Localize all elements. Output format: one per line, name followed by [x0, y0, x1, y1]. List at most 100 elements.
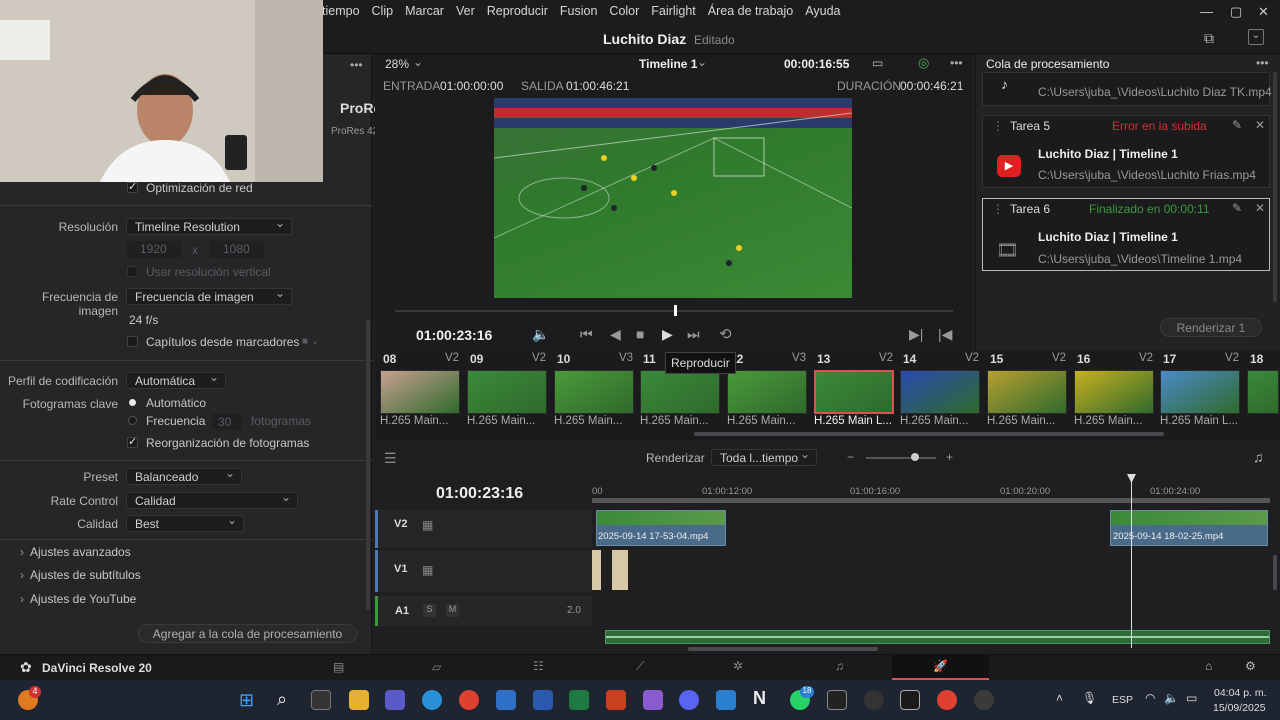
menu-fairlight[interactable]: Fairlight [651, 4, 695, 18]
menu-ver[interactable]: Ver [456, 4, 475, 18]
profile-dropdown[interactable]: Automática [126, 370, 226, 389]
collapse-icon[interactable]: ⌄ [1248, 29, 1264, 45]
task-view-icon[interactable] [311, 690, 331, 710]
settings-gear-icon[interactable]: ⚙ [1245, 659, 1256, 673]
discord-icon[interactable] [679, 690, 699, 710]
timeline-playhead[interactable] [1131, 476, 1132, 648]
timeline-name[interactable]: Timeline 1 [639, 57, 697, 71]
kf-freq-radio[interactable] [128, 416, 137, 425]
minimize-icon[interactable]: — [1200, 4, 1213, 19]
timeline-scrollbar[interactable] [688, 647, 878, 651]
rate-control-dropdown[interactable]: Calidad [126, 490, 298, 509]
notion-icon[interactable]: N [753, 688, 766, 709]
zoom-dropdown[interactable]: 28% [385, 57, 409, 71]
maximize-icon[interactable]: ▢ [1230, 4, 1242, 20]
tray-chevron-icon[interactable]: ˄ [1056, 691, 1063, 705]
close-icon[interactable]: ✕ [1255, 201, 1265, 215]
render-queue-button[interactable]: Renderizar 1 [1160, 318, 1262, 337]
game-controller-icon[interactable] [643, 690, 663, 710]
vertical-res-checkbox[interactable] [127, 266, 138, 277]
skip-start-icon[interactable]: ⏮ [580, 326, 593, 343]
play-reverse-icon[interactable]: ◀ [610, 326, 621, 343]
menu-fusion[interactable]: Fusion [560, 4, 598, 18]
battery-icon[interactable]: ▭ [1186, 691, 1197, 705]
volume-icon[interactable]: 🔈 [532, 326, 549, 343]
timeline-clip-v1-2[interactable] [612, 550, 628, 590]
clock-date[interactable]: 15/09/2025 [1213, 702, 1266, 714]
fairlight-page-icon[interactable]: ♫ [835, 659, 844, 673]
solo-button[interactable]: S [423, 604, 436, 617]
search-icon[interactable]: ⌕ [277, 689, 287, 710]
menu-workspace[interactable]: Área de trabajo [708, 4, 793, 18]
menu-clip[interactable]: Clip [372, 4, 394, 18]
track-header-v2[interactable] [375, 510, 592, 548]
recorder-icon[interactable] [974, 690, 994, 710]
audio-clip-a1[interactable] [605, 630, 1270, 644]
teams-icon[interactable] [385, 690, 405, 710]
menu-color[interactable]: Color [609, 4, 639, 18]
deliver-page-icon[interactable]: 🚀 [933, 659, 948, 673]
resolution-dropdown[interactable]: Timeline Resolution [126, 216, 292, 235]
clip-thumbnail[interactable] [380, 370, 460, 414]
render-range-dropdown[interactable]: Toda l...tiempo [711, 447, 817, 466]
width-field[interactable]: 1920 [127, 241, 181, 258]
wifi-icon[interactable]: ◠ [1145, 691, 1155, 705]
queue-scrollbar[interactable] [1273, 72, 1277, 302]
kf-freq-field[interactable]: 30 [212, 414, 242, 430]
edit-icon[interactable]: ✎ [1232, 118, 1242, 132]
zoom-in-icon[interactable]: + [946, 450, 953, 464]
home-icon[interactable]: ⌂ [1205, 659, 1212, 673]
more-options-icon[interactable]: ••• [950, 56, 963, 70]
clip-thumbnail[interactable] [640, 370, 720, 414]
windows-start-icon[interactable]: ⊞ [239, 690, 254, 711]
preset-dropdown[interactable]: Balanceado [126, 466, 242, 485]
fusion-page-icon[interactable]: ⟋ [636, 659, 644, 674]
chevron-right-icon[interactable]: › [20, 592, 24, 606]
color-page-icon[interactable]: ✲ [733, 659, 743, 673]
stop-icon[interactable]: ■ [636, 326, 644, 342]
clip-thumbnail[interactable] [1247, 370, 1279, 414]
powerpoint-icon[interactable] [606, 690, 626, 710]
davinci-taskbar-icon[interactable] [900, 690, 920, 710]
clock-time[interactable]: 04:04 p. m. [1214, 687, 1267, 699]
layout-icon[interactable]: ⧉ [1204, 30, 1214, 47]
prev-clip-icon[interactable]: |◀ [938, 326, 952, 343]
excel-icon[interactable] [569, 690, 589, 710]
media-player-icon[interactable] [864, 690, 884, 710]
network-opt-checkbox[interactable] [127, 180, 138, 193]
zoom-slider[interactable] [866, 457, 936, 459]
clip-thumbnail[interactable] [1074, 370, 1154, 414]
zoom-out-icon[interactable]: − [847, 450, 854, 464]
play-icon[interactable]: ▶ [662, 326, 673, 343]
clip-strip-scrollbar[interactable] [694, 432, 1164, 436]
clip-thumbnail[interactable] [814, 370, 894, 414]
file-explorer-icon[interactable] [349, 690, 369, 710]
drag-handle-icon[interactable]: ⋮ [992, 202, 1004, 216]
framerate-dropdown[interactable]: Frecuencia de imagen [126, 286, 292, 305]
quality-dropdown[interactable]: Best [126, 513, 244, 532]
close-icon[interactable]: ✕ [1258, 4, 1269, 20]
scrubber-playhead[interactable] [674, 305, 677, 316]
chapters-checkbox[interactable] [127, 336, 138, 347]
track-scrollbar[interactable] [1273, 555, 1277, 590]
youtube-settings[interactable]: Ajustes de YouTube [30, 592, 136, 606]
epic-games-icon[interactable] [827, 690, 847, 710]
loop-icon[interactable]: ⟲ [719, 325, 732, 343]
audio-icon[interactable]: ♫ [1253, 449, 1264, 465]
menu-ayuda[interactable]: Ayuda [805, 4, 840, 18]
close-icon[interactable]: ✕ [1255, 118, 1265, 132]
microphone-icon[interactable]: 🎙 [1082, 691, 1097, 705]
chevron-right-icon[interactable]: › [20, 568, 24, 582]
store-icon[interactable] [496, 690, 516, 710]
clip-thumbnail[interactable] [900, 370, 980, 414]
chrome-icon[interactable] [459, 690, 479, 710]
advanced-settings[interactable]: Ajustes avanzados [30, 545, 131, 559]
next-clip-icon[interactable]: ▶| [909, 326, 923, 343]
media-page-icon[interactable]: ▤ [333, 660, 344, 674]
zoom-slider-knob[interactable] [911, 453, 919, 461]
clip-thumbnail[interactable] [727, 370, 807, 414]
clip-thumbnail[interactable] [554, 370, 634, 414]
language-indicator[interactable]: ESP [1112, 694, 1133, 706]
timeline-options-icon[interactable]: ☰ [384, 450, 397, 467]
clip-thumbnail[interactable] [1160, 370, 1240, 414]
